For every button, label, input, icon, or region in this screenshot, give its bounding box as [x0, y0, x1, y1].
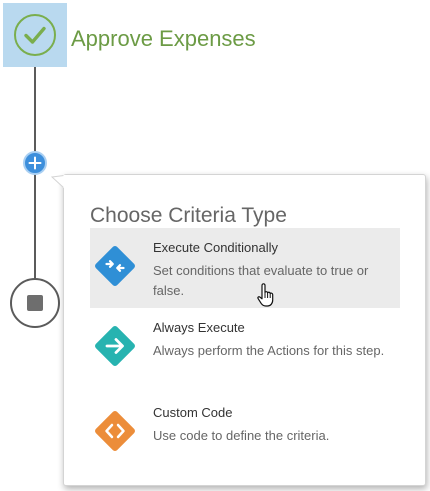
- plus-icon: [28, 156, 42, 170]
- option-execute-conditionally[interactable]: Execute Conditionally Set conditions tha…: [90, 228, 400, 308]
- end-node[interactable]: [10, 278, 60, 328]
- popup-pointer: [50, 175, 66, 188]
- option-name: Always Execute: [153, 320, 245, 335]
- flow-connector: [34, 174, 36, 279]
- criteria-type-popup: Choose Criteria Type Execute Conditional…: [63, 174, 426, 486]
- option-description: Always perform the Actions for this step…: [153, 343, 385, 358]
- add-criteria-button[interactable]: [23, 151, 47, 175]
- execute-conditionally-icon: [95, 246, 135, 286]
- step-title[interactable]: Approve Expenses: [71, 24, 256, 54]
- step-icon-box[interactable]: [3, 3, 67, 67]
- option-name: Custom Code: [153, 405, 233, 420]
- popup-title: Choose Criteria Type: [90, 204, 287, 227]
- option-always-execute[interactable]: Always Execute Always perform the Action…: [90, 308, 400, 388]
- stop-icon: [27, 295, 43, 311]
- code-brackets-icon: [95, 411, 135, 451]
- arrow-right-icon: [95, 326, 135, 366]
- flow-connector: [34, 67, 36, 152]
- hand-cursor-icon: [257, 283, 274, 307]
- option-description: Use code to define the criteria.: [153, 428, 330, 443]
- check-circle-icon: [14, 14, 56, 56]
- option-custom-code[interactable]: Custom Code Use code to define the crite…: [90, 393, 400, 473]
- option-name: Execute Conditionally: [153, 240, 279, 255]
